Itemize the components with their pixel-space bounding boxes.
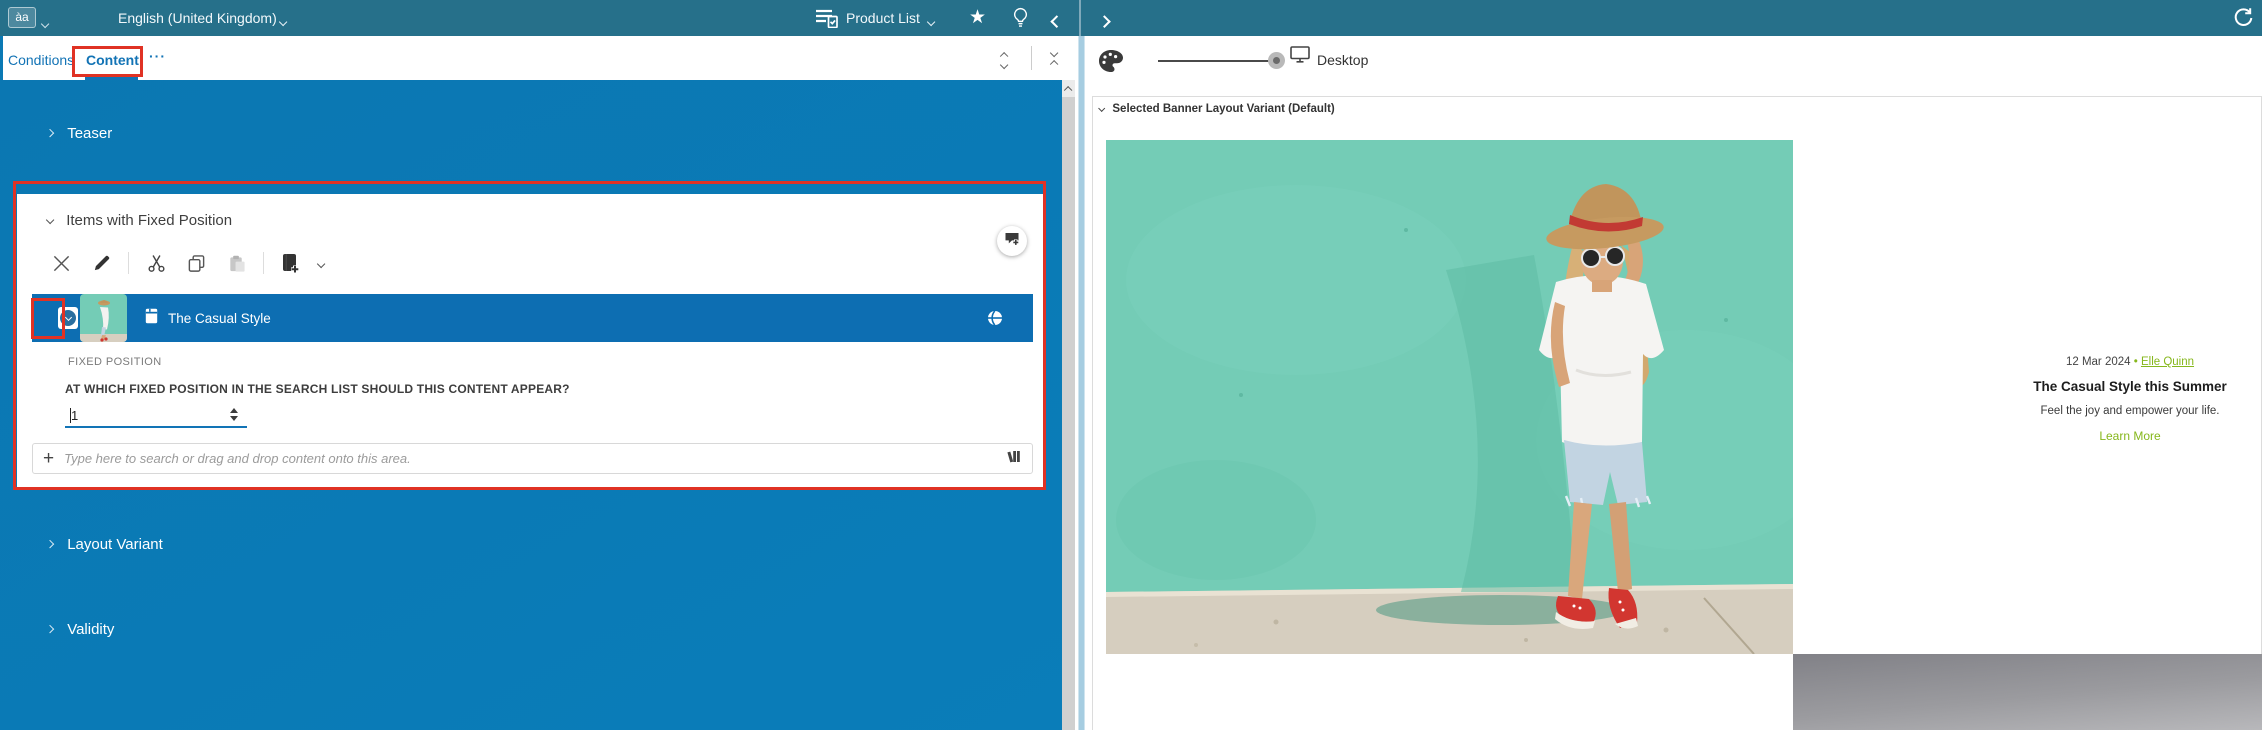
tab-conditions[interactable]: Conditions: [8, 52, 74, 68]
items-toolbar: [48, 250, 326, 276]
language-selector[interactable]: English (United Kingdom): [118, 10, 277, 26]
fixed-position-question: AT WHICH FIXED POSITION IN THE SEARCH LI…: [65, 382, 570, 396]
comment-plus-icon: [1004, 231, 1020, 252]
tab-content[interactable]: Content: [86, 52, 139, 68]
banner-text-block: 12 Mar 2024 • Elle Quinn The Casual Styl…: [1900, 356, 2262, 443]
banner-bullet: •: [2133, 356, 2138, 368]
banner-date: 12 Mar 2024: [2065, 356, 2131, 368]
item-title: The Casual Style: [168, 310, 271, 326]
favorite-star-icon[interactable]: ★: [969, 8, 986, 27]
forward-chevron-icon[interactable]: [1098, 13, 1112, 31]
section-items-label: Items with Fixed Position: [66, 212, 233, 229]
device-label[interactable]: Desktop: [1317, 52, 1368, 68]
topbar-panel-divider: [1079, 0, 1081, 36]
section-items[interactable]: Items with Fixed Position: [45, 212, 233, 229]
next-banner-image: [1793, 654, 2262, 730]
item-search-input[interactable]: [64, 451, 996, 466]
content-editor-panel: Teaser Items with Fixed Position The Cas…: [0, 80, 1062, 730]
toolbar-divider: [128, 252, 129, 274]
language-icon[interactable]: àa: [8, 7, 36, 28]
banner-author-link[interactable]: Elle Quinn: [2141, 356, 2194, 368]
section-layout-variant-label: Layout Variant: [67, 536, 163, 553]
item-search-drop-area: +: [32, 443, 1033, 474]
cut-scissors-icon[interactable]: [143, 250, 169, 276]
paste-icon-disabled[interactable]: [223, 250, 249, 276]
fixed-position-label: FIXED POSITION: [68, 356, 162, 368]
delete-icon[interactable]: [48, 250, 74, 276]
banner-cta-link[interactable]: Learn More: [1900, 429, 2262, 443]
banner-subtitle: Feel the joy and empower your life.: [2040, 405, 2220, 417]
tab-more-menu[interactable]: ···: [149, 48, 166, 64]
variant-header-label: Selected Banner Layout Variant (Default): [1112, 103, 1335, 115]
panel-splitter[interactable]: [1078, 36, 1085, 730]
variant-header[interactable]: Selected Banner Layout Variant (Default): [1097, 103, 1335, 115]
left-edge-stripe: [0, 36, 3, 80]
add-comment-button[interactable]: [997, 226, 1027, 256]
page-selector-chevron-icon[interactable]: [926, 12, 936, 30]
back-chevron-icon[interactable]: [1050, 13, 1064, 31]
section-validity[interactable]: Validity: [45, 621, 115, 638]
edit-pencil-icon[interactable]: [88, 250, 114, 276]
text-caret: [70, 408, 71, 423]
product-list-icon: [815, 8, 839, 28]
copy-icon[interactable]: [183, 250, 209, 276]
new-item-chevron-icon[interactable]: [316, 254, 326, 272]
language-selector-chevron-icon[interactable]: [278, 12, 288, 30]
language-chevron-down-icon[interactable]: [40, 14, 50, 32]
lightbulb-icon[interactable]: [1013, 7, 1028, 29]
number-spinner[interactable]: [230, 408, 238, 421]
scroll-up-arrow-icon[interactable]: [1062, 80, 1075, 97]
monitor-icon: [1290, 46, 1310, 68]
left-panel-scrollbar[interactable]: [1062, 80, 1075, 730]
items-section-card: Items with Fixed Position The Casual Sty…: [17, 194, 1043, 487]
item-book-icon: [145, 308, 158, 329]
device-width-slider-track[interactable]: [1158, 60, 1278, 62]
new-item-icon[interactable]: [278, 250, 304, 276]
banner-image: [1106, 140, 1793, 654]
collapse-all-icon[interactable]: [1049, 48, 1059, 69]
refresh-icon[interactable]: [2233, 7, 2254, 29]
item-expand-button[interactable]: [58, 307, 78, 329]
fixed-position-input[interactable]: [65, 404, 247, 428]
tabbar-icon-divider: [1031, 46, 1032, 70]
app-root: àa English (United Kingdom) Product List…: [0, 0, 2262, 730]
section-teaser-label: Teaser: [67, 125, 113, 142]
banner-title: The Casual Style this Summer: [2033, 379, 2227, 394]
section-validity-label: Validity: [67, 621, 115, 638]
add-plus-icon: +: [43, 448, 55, 469]
device-width-slider-handle[interactable]: [1268, 52, 1285, 69]
expand-all-icon[interactable]: [999, 50, 1009, 71]
top-bar: àa English (United Kingdom) Product List…: [0, 0, 2262, 36]
selected-item-row[interactable]: The Casual Style: [32, 294, 1033, 342]
palette-icon[interactable]: [1098, 49, 1124, 78]
personalization-globe-icon[interactable]: [987, 310, 1003, 331]
library-icon[interactable]: [1006, 448, 1022, 469]
section-layout-variant[interactable]: Layout Variant: [45, 536, 163, 553]
page-selector[interactable]: Product List: [846, 10, 920, 26]
item-thumbnail: [80, 294, 127, 342]
toolbar-divider: [263, 252, 264, 274]
section-teaser[interactable]: Teaser: [45, 125, 113, 142]
